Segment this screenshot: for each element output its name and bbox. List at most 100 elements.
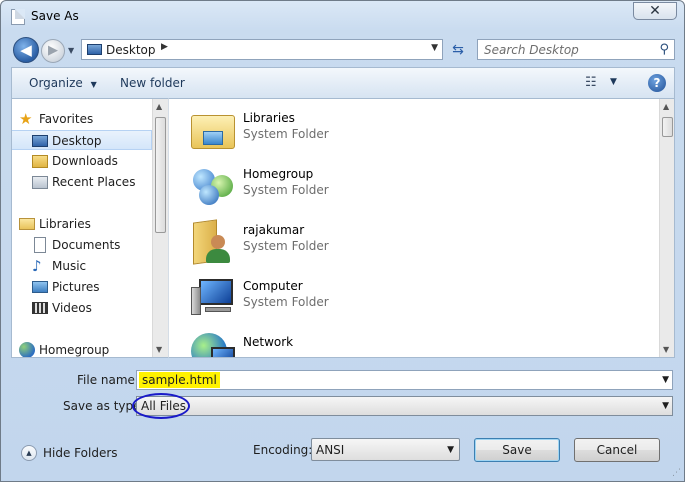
save-as-type-select[interactable]: All Files ▼ [136, 396, 673, 416]
recent-locations-dropdown[interactable]: ▼ [68, 46, 74, 55]
help-icon[interactable]: ? [648, 74, 666, 92]
item-name: Computer [243, 279, 303, 293]
desktop-icon [87, 44, 102, 55]
navigation-scrollbar[interactable]: ▲ ▼ [152, 99, 168, 357]
sidebar-item-pictures[interactable]: Pictures [12, 277, 152, 297]
item-type: System Folder [243, 127, 329, 141]
star-icon: ★ [19, 110, 33, 128]
file-name-label: File name: [77, 373, 139, 387]
list-item[interactable]: Network [189, 329, 489, 357]
downloads-icon [32, 155, 48, 168]
sidebar-item-label: Libraries [39, 217, 91, 231]
sidebar-item-music[interactable]: ♪ Music [12, 256, 152, 276]
list-item[interactable]: Homegroup System Folder [189, 161, 489, 213]
back-button[interactable]: ◀ [13, 37, 39, 63]
sidebar-item-favorites[interactable]: ★ Favorites [12, 109, 152, 129]
item-name: Network [243, 335, 294, 349]
sidebar-item-videos[interactable]: Videos [12, 298, 152, 318]
cancel-button[interactable]: Cancel [574, 438, 660, 462]
chevron-down-icon[interactable]: ▼ [447, 445, 454, 455]
file-list-pane[interactable]: Libraries System Folder Homegroup System… [168, 98, 675, 358]
sidebar-item-label: Favorites [39, 112, 94, 126]
scrollbar-thumb[interactable] [662, 117, 673, 137]
refresh-button[interactable]: ⇆ [447, 41, 469, 59]
save-as-dialog: Save As ✕ ◀ ▶ ▼ Desktop ▶ ▼ ⇆ Search Des… [0, 0, 685, 482]
sidebar-item-label: Music [52, 259, 87, 273]
scroll-down-icon[interactable]: ▼ [663, 345, 669, 354]
videos-icon [32, 302, 48, 314]
sidebar-item-recent-places[interactable]: Recent Places [12, 172, 152, 192]
scroll-up-icon[interactable]: ▲ [156, 102, 162, 111]
item-name: Homegroup [243, 167, 314, 181]
sidebar-item-label: Videos [52, 301, 92, 315]
sidebar-item-label: Recent Places [52, 175, 136, 189]
save-button[interactable]: Save [474, 438, 560, 462]
item-type: System Folder [243, 295, 329, 309]
homegroup-icon [19, 342, 35, 357]
list-item[interactable]: Computer System Folder [189, 273, 489, 325]
sidebar-item-label: Pictures [52, 280, 100, 294]
forward-button[interactable]: ▶ [41, 39, 65, 63]
documents-icon [34, 237, 46, 253]
chevron-down-icon[interactable]: ▼ [662, 401, 669, 411]
organize-label: Organize [29, 76, 83, 90]
resize-grip-icon[interactable]: ⋰ [672, 468, 681, 478]
sidebar-item-label: Downloads [52, 154, 118, 168]
search-icon[interactable]: ⚲ [659, 42, 669, 57]
sidebar-item-downloads[interactable]: Downloads [12, 151, 152, 171]
desktop-icon [32, 135, 48, 147]
annotation-circle [132, 393, 190, 419]
sidebar-item-libraries[interactable]: Libraries [12, 214, 152, 234]
file-name-field[interactable]: sample.html ▼ [136, 370, 673, 390]
navigation-pane[interactable]: ★ Favorites Desktop Downloads Recent Pla… [11, 98, 168, 358]
recent-places-icon [32, 176, 48, 189]
address-dropdown-icon[interactable]: ▼ [431, 43, 438, 53]
encoding-select[interactable]: ANSI ▼ [311, 438, 460, 461]
libraries-icon [19, 218, 35, 230]
item-name: rajakumar [243, 223, 305, 237]
collapse-up-icon: ▲ [21, 445, 37, 461]
network-icon [189, 329, 237, 357]
scroll-down-icon[interactable]: ▼ [156, 345, 162, 354]
window-title: Save As [31, 9, 79, 23]
user-folder-icon [189, 217, 237, 265]
sidebar-item-label: Homegroup [39, 343, 110, 357]
libraries-folder-icon [189, 105, 237, 153]
address-bar[interactable]: Desktop ▶ ▼ [81, 39, 443, 60]
sidebar-item-desktop[interactable]: Desktop [12, 130, 152, 150]
hide-folders-label: Hide Folders [43, 446, 118, 460]
list-item[interactable]: Libraries System Folder [189, 105, 489, 157]
scroll-up-icon[interactable]: ▲ [663, 102, 669, 111]
title-bar[interactable]: Save As ✕ [1, 1, 684, 31]
views-dropdown-icon[interactable]: ▼ [610, 77, 617, 87]
computer-icon [189, 273, 237, 321]
list-item[interactable]: rajakumar System Folder [189, 217, 489, 269]
music-icon: ♪ [32, 257, 42, 275]
file-list-scrollbar[interactable]: ▲ ▼ [659, 99, 674, 357]
encoding-value: ANSI [316, 443, 345, 457]
address-breadcrumb[interactable]: Desktop [106, 43, 156, 57]
chevron-down-icon: ▼ [90, 80, 97, 89]
change-view-icon[interactable]: ☷ [585, 76, 601, 90]
item-name: Libraries [243, 111, 295, 125]
file-name-input[interactable]: sample.html [139, 372, 220, 388]
item-type: System Folder [243, 239, 329, 253]
sidebar-item-label: Documents [52, 238, 121, 252]
organize-button[interactable]: Organize ▼ [29, 76, 97, 90]
pictures-icon [32, 281, 48, 293]
encoding-label: Encoding: [253, 443, 313, 457]
sidebar-item-label: Desktop [52, 134, 102, 148]
search-box[interactable]: Search Desktop ⚲ [477, 39, 675, 60]
sidebar-item-documents[interactable]: Documents [12, 235, 152, 255]
file-name-dropdown-icon[interactable]: ▼ [662, 375, 669, 385]
homegroup-icon [189, 161, 237, 209]
new-folder-button[interactable]: New folder [120, 76, 185, 90]
command-bar: Organize ▼ New folder ☷ ▼ ? [11, 67, 675, 98]
scrollbar-thumb[interactable] [155, 117, 166, 233]
document-icon [11, 9, 25, 25]
close-button[interactable]: ✕ [633, 2, 677, 20]
sidebar-item-homegroup[interactable]: Homegroup [12, 340, 152, 357]
search-input[interactable]: Search Desktop [484, 43, 579, 57]
item-type: System Folder [243, 183, 329, 197]
breadcrumb-arrow-icon[interactable]: ▶ [161, 42, 168, 52]
